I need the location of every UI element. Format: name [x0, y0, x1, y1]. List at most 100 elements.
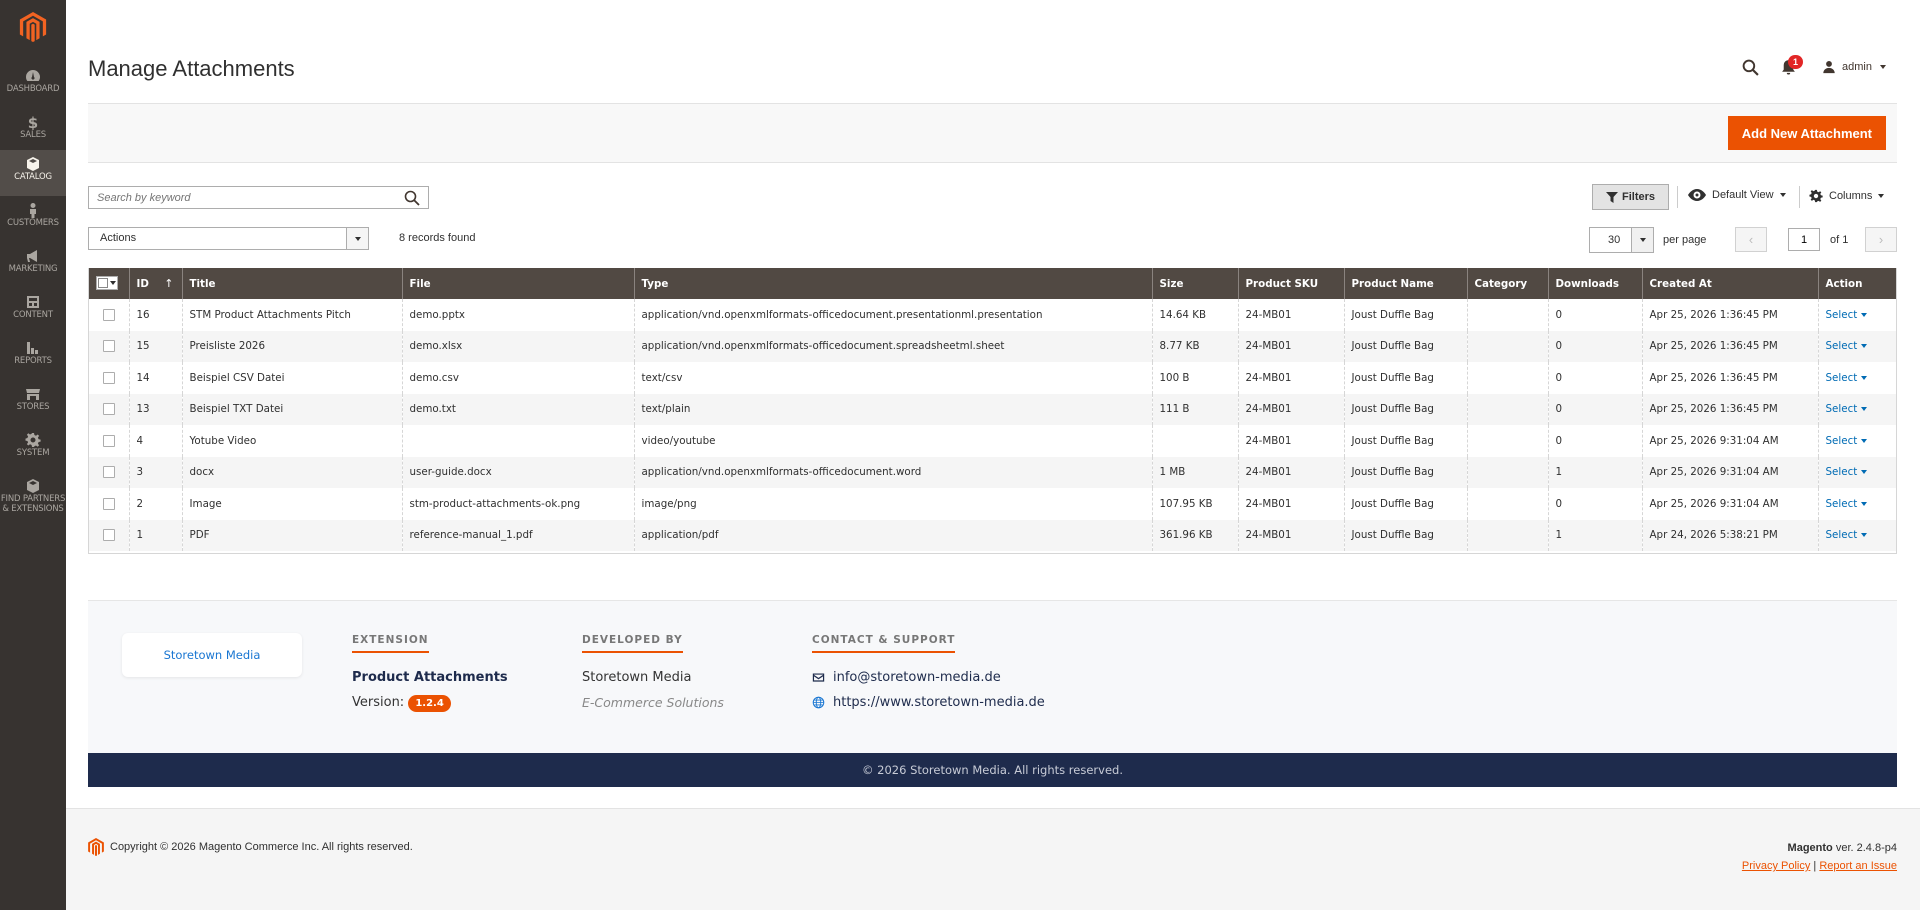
storetown-media-logo[interactable]: Storetown Media: [122, 633, 302, 677]
row-checkbox[interactable]: [102, 434, 115, 447]
cell-title: Image: [181, 488, 402, 520]
row-checkbox[interactable]: [102, 497, 115, 510]
cell-sku: 24-MB01: [1237, 393, 1344, 425]
cell-created-at: Apr 25, 2026 9:31:04 AM: [1641, 488, 1818, 520]
select-all-header[interactable]: [89, 268, 129, 299]
privacy-policy-link[interactable]: Privacy Policy: [1742, 860, 1810, 872]
per-page-select[interactable]: 30: [1589, 227, 1654, 253]
next-page-button[interactable]: ›: [1865, 227, 1897, 252]
column-header-product-name[interactable]: Product Name: [1343, 268, 1467, 299]
search-input[interactable]: [89, 187, 389, 208]
search-icon[interactable]: [404, 190, 420, 206]
sidebar-item-sales[interactable]: $ Sales: [0, 108, 66, 154]
mass-select-checkbox[interactable]: [96, 276, 118, 290]
table-row[interactable]: 4 Yotube Video video/youtube 24-MB01 Joust D…: [89, 425, 1896, 457]
sidebar-item-reports[interactable]: Reports: [0, 334, 66, 380]
table-row[interactable]: 15 Preisliste 2026 demo.xlsx application/vn…: [89, 330, 1896, 362]
cell-created-at: Apr 25, 2026 9:31:04 AM: [1641, 456, 1818, 488]
row-action-select[interactable]: Select: [1826, 498, 1868, 510]
column-header-title[interactable]: Title: [181, 268, 402, 299]
sidebar-item-stores[interactable]: Stores: [0, 380, 66, 426]
cell-product-name: Joust Duffle Bag: [1343, 393, 1467, 425]
row-checkbox[interactable]: [102, 466, 115, 479]
cell-created-at: Apr 25, 2026 9:31:04 AM: [1641, 425, 1818, 457]
column-header-file[interactable]: File: [401, 268, 634, 299]
sidebar-item-marketing[interactable]: Marketing: [0, 242, 66, 288]
magento-brand: Magento: [1787, 842, 1833, 854]
row-checkbox[interactable]: [102, 308, 115, 321]
extension-heading: EXTENSION: [352, 634, 429, 653]
row-action-select[interactable]: Select: [1826, 435, 1868, 447]
table-row[interactable]: 1 PDF reference-manual_1.pdf application/pd…: [89, 519, 1896, 551]
cell-product-name: Joust Duffle Bag: [1343, 299, 1467, 331]
eye-icon: [1688, 189, 1706, 201]
cell-product-name: Joust Duffle Bag: [1343, 425, 1467, 457]
cell-product-name: Joust Duffle Bag: [1343, 456, 1467, 488]
sidebar-item-dashboard[interactable]: Dashboard: [0, 62, 66, 108]
sidebar-item-label: & Extensions: [2, 504, 64, 514]
sidebar-item-label: Marketing: [8, 264, 58, 274]
email-link[interactable]: info@storetown-media.de: [833, 665, 1001, 690]
search-icon[interactable]: [1740, 57, 1760, 77]
row-action-label: Select: [1825, 403, 1858, 416]
cell-id: 15: [128, 330, 182, 362]
sidebar-item-find-partners[interactable]: Find Partners & Extensions: [0, 472, 66, 528]
column-header-product-sku[interactable]: Product SKU: [1237, 268, 1344, 299]
previous-page-button[interactable]: ‹: [1735, 227, 1767, 252]
row-action-select[interactable]: Select: [1826, 529, 1868, 541]
developed-by-column: DEVELOPED BY Storetown Media E-Commerce …: [582, 633, 724, 715]
chevron-down-icon: [1779, 193, 1786, 197]
cell-type: image/png: [633, 488, 1152, 520]
cell-action: Select: [1817, 362, 1896, 394]
email-line: info@storetown-media.de: [812, 665, 1045, 690]
row-action-select[interactable]: Select: [1826, 340, 1868, 352]
website-link[interactable]: https://www.storetown-media.de: [833, 690, 1045, 715]
admin-user-menu[interactable]: admin: [1816, 60, 1886, 74]
cell-downloads: 0: [1547, 362, 1642, 394]
row-action-select[interactable]: Select: [1826, 466, 1868, 478]
row-checkbox[interactable]: [102, 371, 115, 384]
cell-product-name: Joust Duffle Bag: [1343, 519, 1467, 551]
cell-id: 4: [128, 425, 182, 457]
table-row[interactable]: 14 Beispiel CSV Datei demo.csv text/csv 100 …: [89, 362, 1896, 394]
table-row[interactable]: 13 Beispiel TXT Datei demo.txt text/plain 11…: [89, 393, 1896, 425]
table-row[interactable]: 3 docx user-guide.docx application/vnd.open…: [89, 456, 1896, 488]
column-header-label: ID: [136, 277, 149, 290]
sidebar-item-content[interactable]: Content: [0, 288, 66, 334]
total-pages: of 1: [1830, 234, 1849, 246]
table-row[interactable]: 2 Image stm-product-attachments-ok.png imag…: [89, 488, 1896, 520]
developer-tagline: E-Commerce Solutions: [582, 695, 724, 710]
cell-id: 14: [128, 362, 182, 394]
envelope-icon: [812, 673, 825, 682]
row-checkbox[interactable]: [102, 529, 115, 542]
row-action-select[interactable]: Select: [1826, 372, 1868, 384]
column-header-size[interactable]: Size: [1151, 268, 1238, 299]
row-checkbox[interactable]: [102, 403, 115, 416]
add-new-attachment-button[interactable]: Add New Attachment: [1727, 116, 1886, 150]
chevron-down-icon: [1631, 228, 1653, 252]
default-view-dropdown[interactable]: Default View: [1688, 189, 1786, 201]
row-action-select[interactable]: Select: [1826, 309, 1868, 321]
column-header-downloads[interactable]: Downloads: [1547, 268, 1642, 299]
column-header-created-at[interactable]: Created At: [1641, 268, 1818, 299]
magento-logo[interactable]: [19, 12, 47, 42]
sidebar-item-customers[interactable]: Customers: [0, 196, 66, 242]
column-header-category[interactable]: Category: [1466, 268, 1548, 299]
table-row[interactable]: 16 STM Product Attachments Pitch demo.pptx…: [89, 299, 1896, 331]
sidebar-item-catalog[interactable]: Catalog: [0, 150, 66, 196]
row-action-select[interactable]: Select: [1826, 403, 1868, 415]
column-header-id[interactable]: ID ↑: [128, 268, 182, 299]
row-checkbox[interactable]: [102, 340, 115, 353]
report-issue-link[interactable]: Report an Issue: [1819, 860, 1897, 872]
contact-heading: CONTACT & SUPPORT: [812, 634, 956, 653]
sidebar-item-system[interactable]: System: [0, 426, 66, 472]
sidebar-item-label: Dashboard: [6, 84, 60, 94]
cell-size: 107.95 KB: [1151, 488, 1238, 520]
column-header-type[interactable]: Type: [633, 268, 1152, 299]
mass-actions-select[interactable]: Actions: [88, 227, 369, 250]
sidebar-item-label: Customers: [7, 218, 59, 228]
filters-button[interactable]: Filters: [1592, 184, 1669, 210]
current-page-input[interactable]: [1788, 228, 1820, 251]
notifications-bell-icon[interactable]: 1: [1778, 55, 1804, 77]
columns-dropdown[interactable]: Columns: [1809, 189, 1885, 203]
